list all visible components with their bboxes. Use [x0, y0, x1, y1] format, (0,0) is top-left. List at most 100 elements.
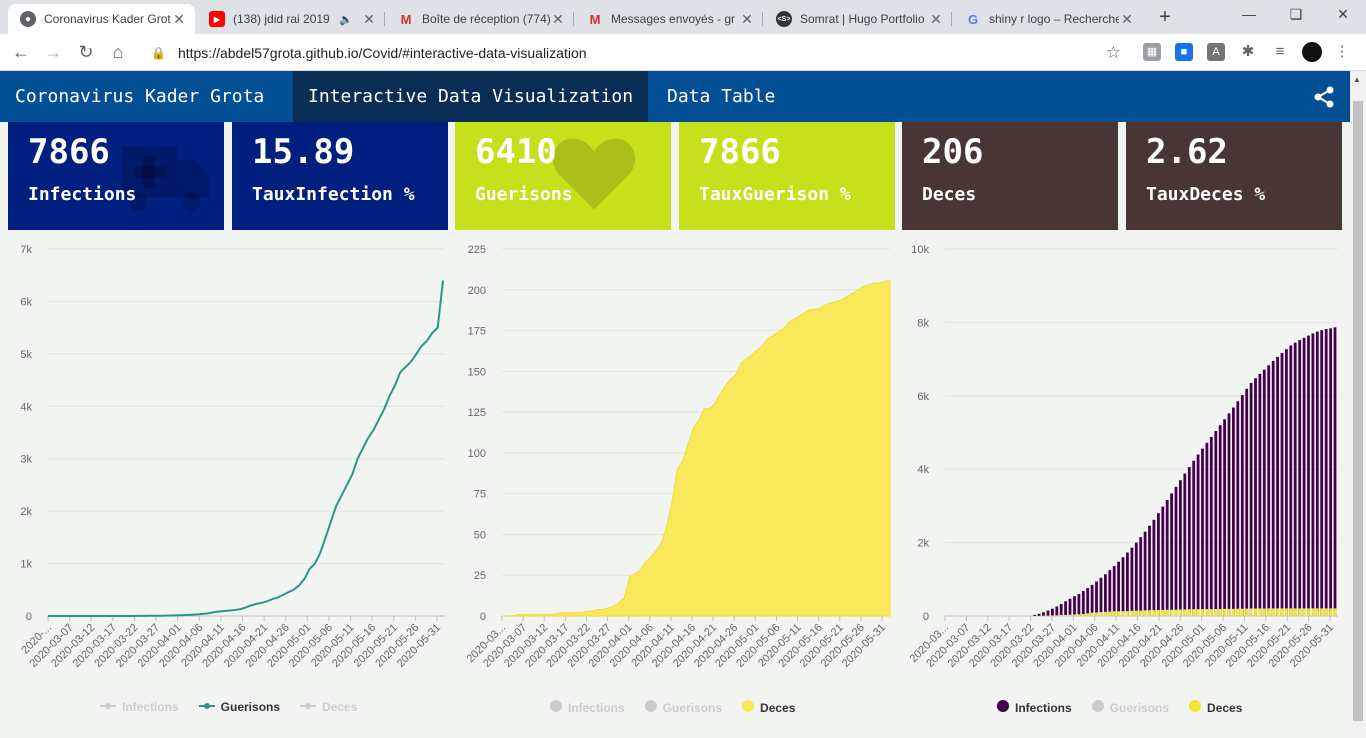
lock-icon[interactable]: 🔒	[151, 46, 166, 60]
bar-infections	[1201, 448, 1204, 616]
y-tick-label: 25	[474, 570, 486, 582]
bookmark-star-icon[interactable]: ☆	[1106, 43, 1121, 63]
bar-deces	[1192, 609, 1196, 616]
new-tab-button[interactable]: +	[1154, 6, 1176, 28]
profile-avatar[interactable]	[1302, 42, 1322, 62]
bar-infections	[1130, 547, 1134, 616]
close-icon[interactable]: ✕	[550, 11, 566, 28]
close-icon[interactable]: ✕	[928, 11, 944, 28]
chart-infections-bar[interactable]: 0 2k 4k 6k 8k 10k 2020-03... 2020-03-07 2020-03-…	[900, 232, 1350, 732]
bar-deces	[1174, 609, 1178, 616]
close-icon[interactable]: ✕	[739, 11, 755, 28]
legend-marker-icon	[997, 700, 1009, 715]
chart-deces-area[interactable]: 0 25 50 75 100 125 150 175 200 225 2020-03... 2020-…	[450, 232, 900, 732]
page-scrollbar[interactable]: ▲	[1350, 71, 1366, 738]
bar-infections	[1280, 352, 1284, 616]
y-tick-label: 225	[468, 244, 486, 256]
scroll-up-arrow-icon[interactable]: ▲	[1353, 75, 1361, 84]
legend-item-guerisons[interactable]: Guerisons	[198, 700, 280, 714]
gmail-icon: M	[400, 11, 412, 27]
bar-infections	[1165, 500, 1169, 616]
app-brand[interactable]: Coronavirus Kader Grota	[15, 71, 264, 122]
legend-label: Infections	[122, 700, 179, 714]
reload-button[interactable]: ↻	[75, 41, 97, 63]
close-icon[interactable]: ✕	[1119, 11, 1135, 28]
window-close-button[interactable]: ✕	[1331, 6, 1355, 23]
bar-infections	[1227, 413, 1231, 616]
bar-infections	[1218, 425, 1222, 616]
bar-deces	[1170, 609, 1173, 616]
restore-button[interactable]: ❏	[1284, 6, 1308, 23]
y-tick-label: 8k	[917, 317, 929, 329]
bar-deces	[1227, 608, 1231, 616]
bar-infections	[1037, 613, 1041, 616]
legend-item-guerisons[interactable]: Guerisons	[1091, 700, 1169, 715]
bar-deces	[1196, 609, 1200, 616]
legend-item-deces[interactable]: Deces	[1189, 700, 1242, 715]
browser-tab-1[interactable]: ▶ (138) jdid rai 2019 🔈 ✕	[197, 4, 385, 34]
tab-interactive-data-visualization[interactable]: Interactive Data Visualization	[293, 71, 649, 122]
bar-infections	[1245, 388, 1249, 616]
browser-tab-4[interactable]: <S> Somrat | Hugo Portfolio ✕	[764, 4, 952, 34]
bar-infections	[1271, 360, 1275, 616]
bar-deces	[1152, 610, 1156, 616]
bar-deces	[1201, 609, 1204, 616]
legend-item-deces[interactable]: Deces	[300, 700, 357, 714]
kebab-menu-icon[interactable]: ⋮	[1333, 43, 1351, 61]
extension-save-icon[interactable]: ■	[1175, 43, 1193, 61]
bar-infections	[1095, 581, 1098, 616]
speaker-icon[interactable]: 🔈	[339, 13, 353, 26]
minimize-button[interactable]: —	[1237, 6, 1261, 22]
close-icon[interactable]: ✕	[361, 11, 377, 28]
bar-deces	[1271, 608, 1275, 616]
bar-deces	[1324, 608, 1328, 616]
bar-infections	[1240, 395, 1244, 616]
bar-infections	[1179, 480, 1182, 616]
address-bar[interactable]: 🔒 https://abdel57grota.github.io/Covid/#…	[145, 39, 1125, 66]
browser-tab-2[interactable]: M Boîte de réception (774) ✕	[386, 4, 574, 34]
extension-translate-icon[interactable]: A	[1207, 43, 1225, 61]
value-box-number: 15.89	[252, 132, 355, 172]
y-tick-label: 100	[468, 448, 486, 460]
hugo-icon: <S>	[776, 11, 792, 27]
bar-deces	[1205, 609, 1209, 616]
bar-infections	[1068, 598, 1072, 616]
y-tick-label: 2k	[20, 506, 32, 518]
bar-infections	[1090, 584, 1094, 616]
back-button[interactable]: ←	[10, 41, 32, 63]
bar-infections	[1077, 594, 1081, 616]
tab-separator	[573, 12, 574, 26]
y-tick-label: 0	[480, 611, 486, 623]
scrollbar-thumb[interactable]	[1353, 101, 1363, 721]
legend-item-infections[interactable]: Infections	[100, 700, 179, 714]
legend-item-infections[interactable]: Infections	[997, 700, 1072, 715]
home-button[interactable]: ⌂	[107, 41, 129, 63]
legend-marker-icon	[742, 700, 755, 715]
tab-separator	[384, 12, 385, 26]
browser-tab-0[interactable]: ● Coronavirus Kader Grota ✕	[8, 4, 195, 34]
bar-deces	[1148, 610, 1151, 616]
bar-infections	[1117, 561, 1120, 616]
legend-label: Guerisons	[662, 700, 723, 715]
close-icon[interactable]: ✕	[171, 11, 187, 28]
media-control-icon[interactable]: ≡	[1271, 43, 1289, 61]
bar-infections	[1170, 493, 1173, 616]
chart-guerisons-line[interactable]: 0 1k 2k 3k 4k 5k 6k 7k 2020-... 2020-03-07 2020-03…	[0, 232, 450, 732]
browser-tab-3[interactable]: M Messages envoyés - gr ✕	[575, 4, 763, 34]
cast-icon[interactable]: ▦	[1143, 43, 1161, 61]
bar-deces	[1051, 615, 1054, 616]
bar-infections	[1214, 431, 1218, 616]
browser-tab-5[interactable]: G shiny r logo – Recherche ✕	[953, 4, 1143, 34]
forward-button[interactable]: →	[42, 41, 64, 63]
tab-data-table[interactable]: Data Table	[652, 71, 790, 122]
legend-item-deces[interactable]: Deces	[742, 700, 795, 715]
gmail-icon: M	[589, 11, 601, 27]
legend-item-infections[interactable]: Infections	[550, 700, 625, 715]
bar-deces	[1315, 608, 1319, 616]
legend-item-guerisons[interactable]: Guerisons	[644, 700, 723, 715]
bar-deces	[1143, 610, 1147, 616]
chart-svg: 02k4k6k8k10k2020-03...2020-03-072020-03-…	[908, 244, 1338, 670]
share-icon[interactable]	[1312, 85, 1336, 109]
bar-infections	[1293, 342, 1297, 616]
puzzle-icon[interactable]: ✱	[1239, 43, 1257, 61]
